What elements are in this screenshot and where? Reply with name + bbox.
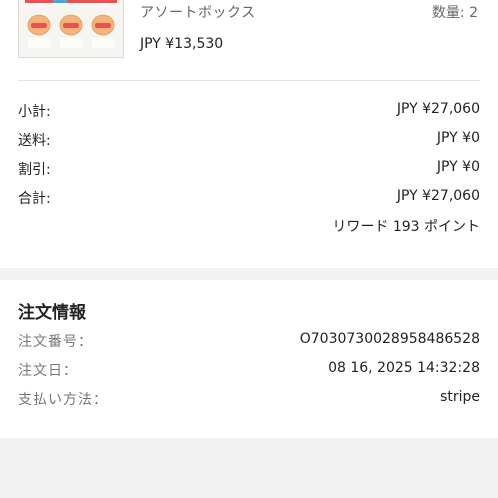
order-date-label: 注文日： <box>18 363 78 379</box>
shipping-row: 送料: JPY ¥0 <box>18 130 480 152</box>
order-number-row: 注文番号： O7030730028958486528 <box>18 331 480 353</box>
subtotal-row: 小計: JPY ¥27,060 <box>18 101 480 123</box>
divider <box>18 80 480 81</box>
discount-value: JPY ¥0 <box>436 159 480 175</box>
order-number-value: O7030730028958486528 <box>299 331 480 347</box>
discount-row: 割引: JPY ¥0 <box>18 159 480 181</box>
product-thumbnail[interactable] <box>18 0 124 58</box>
payment-method-label: 支払い方法： <box>18 392 108 408</box>
order-date-value: 08 16, 2025 14:32:28 <box>328 360 480 376</box>
subtotal-value: JPY ¥27,060 <box>396 101 480 117</box>
order-date-row: 注文日： 08 16, 2025 14:32:28 <box>18 360 480 382</box>
order-items-card: アソートボックス 数量: 2 JPY ¥13,530 小計: JPY ¥27,0… <box>0 0 498 268</box>
shipping-label: 送料: <box>18 133 51 149</box>
total-row: 合計: JPY ¥27,060 <box>18 188 480 210</box>
reward-points: リワード 193 ポイント <box>332 219 480 235</box>
total-value: JPY ¥27,060 <box>396 188 480 204</box>
subtotal-label: 小計: <box>18 104 51 120</box>
order-number-label: 注文番号： <box>18 334 93 350</box>
discount-label: 割引: <box>18 162 51 178</box>
product-price: JPY ¥13,530 <box>140 36 224 52</box>
product-quantity: 数量: 2 <box>431 5 478 21</box>
payment-method-row: 支払い方法： stripe <box>18 389 480 411</box>
product-image-icon <box>19 0 123 57</box>
order-info-card: 注文情報 注文番号： O7030730028958486528 注文日： 08 … <box>0 280 498 438</box>
product-name[interactable]: アソートボックス <box>140 2 256 22</box>
payment-method-value: stripe <box>440 389 480 405</box>
total-label: 合計: <box>18 191 51 207</box>
shipping-value: JPY ¥0 <box>436 130 480 146</box>
order-info-title: 注文情報 <box>18 303 86 323</box>
